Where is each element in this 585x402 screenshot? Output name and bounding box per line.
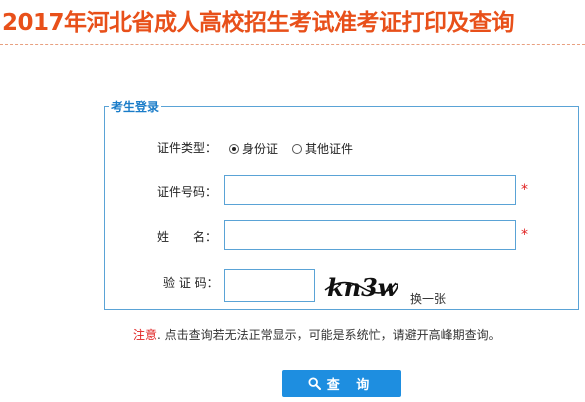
captcha-text: kn3w: [327, 273, 398, 302]
page-title: 2017年河北省成人高校招生考试准考证打印及查询: [2, 10, 515, 36]
other-id-radio[interactable]: [292, 143, 302, 154]
captcha-label: 验 证 码：: [163, 276, 219, 290]
notice-body: . 点击查询若无法正常显示，可能是系统忙，请避开高峰期查询。: [157, 328, 501, 342]
title-divider: [0, 44, 585, 45]
notice-prefix: 注意: [133, 328, 158, 342]
other-id-radio-label: 其他证件: [305, 142, 354, 156]
search-icon: [308, 377, 321, 390]
query-button[interactable]: 查 询: [282, 370, 401, 397]
captcha-image[interactable]: kn3w: [323, 270, 398, 303]
id-type-option-other[interactable]: 其他证件: [292, 140, 353, 157]
id-number-required-mark: *: [521, 182, 528, 198]
id-card-radio-label: 身份证: [242, 142, 279, 156]
id-type-label: 证件类型：: [157, 141, 218, 155]
query-button-label: 查 询: [326, 378, 376, 393]
name-label: 姓 名：: [157, 230, 218, 244]
notice-text: 注意. 点击查询若无法正常显示，可能是系统忙，请避开高峰期查询。: [133, 326, 501, 343]
captcha-refresh-link[interactable]: 换一张: [410, 290, 446, 307]
id-number-field[interactable]: [224, 175, 516, 205]
id-card-radio[interactable]: [229, 143, 239, 154]
login-form: 考生登录 证件类型： 身份证 其他证件 证件号码： * 姓 名： * 验 证 码…: [104, 98, 579, 310]
captcha-field[interactable]: [224, 269, 315, 302]
id-type-option-idcard[interactable]: 身份证: [229, 140, 278, 157]
name-required-mark: *: [521, 227, 528, 243]
form-legend: 考生登录: [111, 100, 160, 114]
id-number-label: 证件号码：: [157, 185, 218, 199]
name-field[interactable]: [224, 220, 516, 250]
